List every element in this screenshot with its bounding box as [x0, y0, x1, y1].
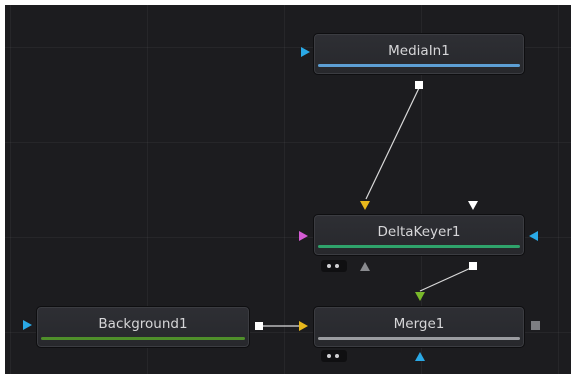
- deltakeyer-output-square-icon[interactable]: [469, 262, 477, 270]
- deltakeyer-clean-plate-input-triangle-icon[interactable]: [468, 201, 478, 210]
- merge-foreground-input-triangle-icon[interactable]: [415, 292, 425, 301]
- node-deltakeyer-label: DeltaKeyer1: [377, 224, 461, 240]
- node-merge-color-bar: [318, 337, 520, 340]
- node-mediain-color-bar: [318, 64, 520, 67]
- deltakeyer-gray-triangle-icon[interactable]: [360, 262, 370, 271]
- link-mediain-to-deltakeyer: [365, 87, 420, 200]
- link-deltakeyer-to-merge: [419, 266, 474, 292]
- node-background-color-bar: [41, 337, 245, 340]
- node-merge[interactable]: Merge1: [313, 306, 525, 348]
- mediain-input-triangle-icon[interactable]: [301, 47, 310, 57]
- deltakeyer-viewer-toggle-icon[interactable]: [321, 260, 347, 272]
- merge-viewer-toggle-icon[interactable]: [321, 350, 347, 362]
- deltakeyer-effect-mask-triangle-icon[interactable]: [299, 231, 308, 241]
- node-background[interactable]: Background1: [36, 306, 250, 348]
- node-mediain[interactable]: MediaIn1: [313, 33, 525, 75]
- node-deltakeyer[interactable]: DeltaKeyer1: [313, 214, 525, 256]
- background-input-triangle-icon[interactable]: [23, 320, 32, 330]
- merge-background-input-triangle-icon[interactable]: [299, 321, 308, 331]
- node-mediain-label: MediaIn1: [388, 43, 450, 59]
- merge-effect-mask-triangle-icon[interactable]: [415, 352, 425, 361]
- node-editor-canvas[interactable]: MediaIn1 DeltaKeyer1 Background1 Merge1: [5, 5, 571, 374]
- mediain-output-square-icon[interactable]: [415, 81, 423, 89]
- node-background-label: Background1: [98, 316, 188, 332]
- background-output-square-icon[interactable]: [255, 322, 263, 330]
- node-deltakeyer-color-bar: [318, 245, 520, 248]
- merge-output-square-icon[interactable]: [531, 321, 540, 330]
- deltakeyer-garbage-mask-triangle-icon[interactable]: [529, 231, 538, 241]
- deltakeyer-foreground-input-triangle-icon[interactable]: [360, 201, 370, 210]
- node-merge-label: Merge1: [393, 316, 445, 332]
